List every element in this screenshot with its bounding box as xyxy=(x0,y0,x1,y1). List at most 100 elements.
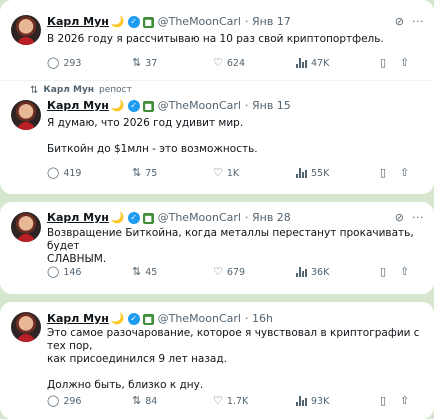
author-handle[interactable]: @TheMoonCarl xyxy=(158,311,241,327)
like-count: 1.7K xyxy=(226,395,249,407)
share-icon: ⇧ xyxy=(400,56,410,69)
repost-label: репост xyxy=(99,85,132,95)
bookmark-button[interactable]: ▯ xyxy=(380,394,390,408)
bookmark-button[interactable]: ▯ xyxy=(380,265,390,279)
tweet-header: Карл Мун 🌙 ✓ ■ @TheMoonCarl · Янв 17 ⊘ ·… xyxy=(47,14,424,30)
retweet-count: 75 xyxy=(145,167,158,179)
tweet-text-line: Должно быть, близко к дну. xyxy=(47,379,204,391)
share-icon: ⇧ xyxy=(400,265,410,278)
like-count: 1K xyxy=(226,167,240,179)
tweet-3[interactable]: Карл Мун 🌙 ✓ ■ @TheMoonCarl · Янв 28 ⊘ ·… xyxy=(0,202,434,294)
retweet-icon: ⇅ xyxy=(132,265,142,278)
bookmark-button[interactable]: ▯ xyxy=(380,56,390,70)
reply-icon: ◯ xyxy=(47,265,60,278)
retweet-icon: ⇅ xyxy=(132,394,142,407)
timestamp[interactable]: · 16h xyxy=(245,311,273,327)
tweet-actions: ◯ 296 ⇅ 84 ♡ 1.7K 93K ▯ ⇧ xyxy=(47,394,420,408)
bookmark-icon: ▯ xyxy=(380,56,387,69)
reply-button[interactable]: ◯ 293 xyxy=(47,56,81,70)
timestamp[interactable]: · Янв 15 xyxy=(245,98,291,114)
repost-author[interactable]: Карл Мун xyxy=(43,85,94,95)
timestamp[interactable]: · Янв 28 xyxy=(245,210,291,226)
share-button[interactable]: ⇧ xyxy=(400,166,413,180)
retweet-icon: ⇅ xyxy=(30,84,39,96)
reply-button[interactable]: ◯ 419 xyxy=(47,166,81,180)
affiliation-badge-icon: ■ xyxy=(142,313,154,325)
views-count: 55K xyxy=(311,167,330,179)
grok-icon[interactable]: ⊘ xyxy=(395,210,404,226)
retweet-count: 37 xyxy=(145,57,158,69)
reply-count: 293 xyxy=(63,57,82,69)
heart-icon: ♡ xyxy=(213,265,223,278)
avatar[interactable] xyxy=(11,15,41,45)
views-button[interactable]: 47K xyxy=(296,56,329,70)
views-bar-icon xyxy=(296,396,307,406)
avatar[interactable] xyxy=(11,212,41,242)
retweet-icon: ⇅ xyxy=(132,56,142,69)
author-handle[interactable]: @TheMoonCarl xyxy=(158,14,241,30)
avatar[interactable] xyxy=(11,100,41,130)
like-button[interactable]: ♡ 624 xyxy=(213,56,245,70)
author-name[interactable]: Карл Мун xyxy=(47,98,109,114)
grok-icon[interactable]: ⊘ xyxy=(395,14,404,30)
share-button[interactable]: ⇧ xyxy=(400,56,413,70)
tweet-actions: ◯ 146 ⇅ 45 ♡ 679 36K ▯ ⇧ xyxy=(47,265,420,279)
bookmark-icon: ▯ xyxy=(380,265,387,278)
bookmark-button[interactable]: ▯ xyxy=(380,166,390,180)
retweet-button[interactable]: ⇅ 84 xyxy=(132,394,157,408)
tweet-text: Это самое разочарование, которое я чувст… xyxy=(47,327,420,392)
reply-icon: ◯ xyxy=(47,166,60,179)
author-name[interactable]: Карл Мун xyxy=(47,210,109,226)
reply-button[interactable]: ◯ 296 xyxy=(47,394,81,408)
verified-badge-icon: ✓ xyxy=(127,16,140,28)
affiliation-badge-icon: ■ xyxy=(142,212,154,224)
tweet-text-line: Я думаю, что 2026 год удивит мир. xyxy=(47,117,244,129)
tweet-text-line: В 2026 году я рассчитываю на 10 раз свой… xyxy=(47,33,384,45)
views-bar-icon xyxy=(296,58,307,68)
tweet-text-line: Это самое разочарование, которое я чувст… xyxy=(47,327,420,352)
affiliation-badge-icon: ■ xyxy=(142,16,154,28)
tweet-text: Возвращение Биткойна, когда металлы пере… xyxy=(47,227,420,266)
views-button[interactable]: 93K xyxy=(296,394,329,408)
tweet-header: Карл Мун 🌙 ✓ ■ @TheMoonCarl · Янв 28 ⊘ ·… xyxy=(47,210,424,226)
tweet-card-3: Карл Мун 🌙 ✓ ■ @TheMoonCarl · 16h Это са… xyxy=(0,302,434,419)
tweet-text-line: Возвращение Биткойна, когда металлы пере… xyxy=(47,227,414,252)
timestamp[interactable]: · Янв 17 xyxy=(245,14,291,30)
views-button[interactable]: 36K xyxy=(296,265,329,279)
like-button[interactable]: ♡ 1K xyxy=(213,166,239,180)
retweet-icon: ⇅ xyxy=(132,166,142,179)
divider xyxy=(0,80,434,81)
like-count: 679 xyxy=(226,266,246,278)
tweet-card-2: Карл Мун 🌙 ✓ ■ @TheMoonCarl · Янв 28 ⊘ ·… xyxy=(0,202,434,294)
like-count: 624 xyxy=(226,57,246,69)
tweet-text-line: Биткойн до $1млн - это возможность. xyxy=(47,143,258,155)
like-button[interactable]: ♡ 1.7K xyxy=(213,394,248,408)
retweet-count: 45 xyxy=(145,266,158,278)
author-name[interactable]: Карл Мун xyxy=(47,14,109,30)
author-handle[interactable]: @TheMoonCarl xyxy=(158,210,241,226)
tweet-actions: ◯ 419 ⇅ 75 ♡ 1K 55K ▯ ⇧ xyxy=(47,166,420,180)
tweet-4[interactable]: Карл Мун 🌙 ✓ ■ @TheMoonCarl · 16h Это са… xyxy=(0,302,434,419)
like-button[interactable]: ♡ 679 xyxy=(213,265,245,279)
verified-badge-icon: ✓ xyxy=(127,100,140,112)
share-button[interactable]: ⇧ xyxy=(400,394,413,408)
avatar[interactable] xyxy=(11,312,41,342)
tweet-2[interactable]: Карл Мун 🌙 ✓ ■ @TheMoonCarl · Янв 15 Я д… xyxy=(0,96,434,194)
more-icon[interactable]: ··· xyxy=(412,210,424,226)
author-name[interactable]: Карл Мун xyxy=(47,311,109,327)
tweet-actions: ◯ 293 ⇅ 37 ♡ 624 47K ▯ ⇧ xyxy=(47,56,420,70)
retweet-button[interactable]: ⇅ 45 xyxy=(132,265,157,279)
more-icon[interactable]: ··· xyxy=(412,14,424,30)
share-button[interactable]: ⇧ xyxy=(400,265,413,279)
bookmark-icon: ▯ xyxy=(380,166,387,179)
retweet-button[interactable]: ⇅ 37 xyxy=(132,56,157,70)
author-handle[interactable]: @TheMoonCarl xyxy=(158,98,241,114)
tweet-header: Карл Мун 🌙 ✓ ■ @TheMoonCarl · 16h xyxy=(47,311,424,327)
views-bar-icon xyxy=(296,168,307,178)
views-button[interactable]: 55K xyxy=(296,166,329,180)
retweet-button[interactable]: ⇅ 75 xyxy=(132,166,157,180)
reply-button[interactable]: ◯ 146 xyxy=(47,265,81,279)
tweet-1[interactable]: Карл Мун 🌙 ✓ ■ @TheMoonCarl · Янв 17 ⊘ ·… xyxy=(0,0,434,76)
reply-count: 419 xyxy=(63,167,82,179)
tweet-card-1: Карл Мун 🌙 ✓ ■ @TheMoonCarl · Янв 17 ⊘ ·… xyxy=(0,0,434,194)
